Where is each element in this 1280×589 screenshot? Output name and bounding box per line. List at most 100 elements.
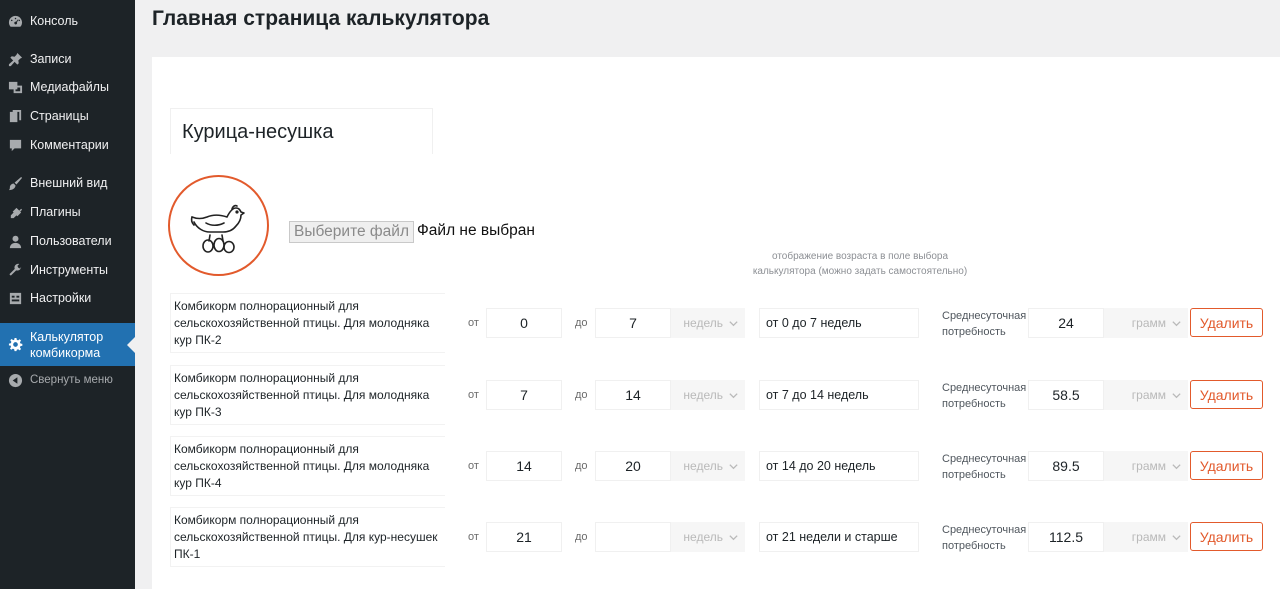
sidebar-item-label: Внешний вид xyxy=(30,176,108,190)
age-from-input[interactable]: 21 xyxy=(486,522,562,552)
need-unit-value: грамм xyxy=(1131,388,1166,402)
product-image xyxy=(168,175,269,276)
need-unit-select[interactable]: грамм xyxy=(1104,451,1188,481)
age-to-input[interactable]: 7 xyxy=(595,308,671,338)
daily-need-label-line: потребность xyxy=(942,469,1006,481)
age-display-input[interactable]: от 21 недели и старше xyxy=(759,522,919,552)
to-label: до xyxy=(575,531,588,543)
need-unit-value: грамм xyxy=(1131,316,1166,330)
delete-button[interactable]: Удалить xyxy=(1190,380,1263,409)
sidebar-item-label: Комментарии xyxy=(30,138,109,152)
to-label: до xyxy=(575,317,588,329)
daily-need-input[interactable]: 58.5 xyxy=(1028,380,1104,410)
daily-need-label: Среднесуточная потребность xyxy=(942,380,1032,412)
daily-need-input[interactable]: 112.5 xyxy=(1028,522,1104,552)
comment-icon xyxy=(7,137,23,153)
need-unit-select[interactable]: грамм xyxy=(1104,380,1188,410)
sidebar-item-appearance[interactable]: Внешний вид xyxy=(0,173,135,193)
users-icon xyxy=(7,233,23,249)
delete-button[interactable]: Удалить xyxy=(1190,451,1263,480)
chevron-down-icon xyxy=(1172,463,1181,469)
chevron-down-icon xyxy=(729,463,738,469)
age-display-input[interactable]: от 14 до 20 недель xyxy=(759,451,919,481)
sidebar-item-settings[interactable]: Настройки xyxy=(0,288,135,308)
file-status: Файл не выбран xyxy=(417,222,535,239)
age-display-hint: отображение возраста в поле выбора кальк… xyxy=(745,249,975,279)
sidebar-item-posts[interactable]: Записи xyxy=(0,49,135,69)
daily-need-label: Среднесуточная потребность xyxy=(942,308,1032,340)
choose-file-button[interactable]: Выберите файл xyxy=(289,221,414,243)
from-label: от xyxy=(468,531,479,543)
age-display-input[interactable]: от 7 до 14 недель xyxy=(759,380,919,410)
appearance-icon xyxy=(7,175,23,191)
feed-name-field[interactable]: Комбикорм полнорационный для сельскохозя… xyxy=(170,365,445,425)
to-label: до xyxy=(575,389,588,401)
age-display-input[interactable]: от 0 до 7 недель xyxy=(759,308,919,338)
age-unit-select[interactable]: недель xyxy=(671,522,745,552)
sidebar-item-comments[interactable]: Комментарии xyxy=(0,135,135,155)
feed-name-field[interactable]: Комбикорм полнорационный для сельскохозя… xyxy=(170,293,445,353)
age-from-input[interactable]: 7 xyxy=(486,380,562,410)
age-to-input[interactable] xyxy=(595,522,671,552)
sidebar-item-label: Калькулятор комбикорма xyxy=(30,329,104,360)
delete-button[interactable]: Удалить xyxy=(1190,522,1263,551)
age-to-input[interactable]: 14 xyxy=(595,380,671,410)
daily-need-label-line: Среднесуточная xyxy=(942,453,1027,465)
sidebar-item-label: Пользователи xyxy=(30,234,112,248)
sidebar-item-label: Записи xyxy=(30,52,72,66)
collapse-icon xyxy=(7,372,23,388)
to-label: до xyxy=(575,460,588,472)
chevron-down-icon xyxy=(1172,320,1181,326)
daily-need-label-line: потребность xyxy=(942,398,1006,410)
need-unit-value: грамм xyxy=(1131,530,1166,544)
age-from-input[interactable]: 0 xyxy=(486,308,562,338)
feed-name-field[interactable]: Комбикорм полнорационный для сельскохозя… xyxy=(170,436,445,496)
need-unit-select[interactable]: грамм xyxy=(1104,522,1188,552)
sidebar-item-plugins[interactable]: Плагины xyxy=(0,202,135,222)
from-label: от xyxy=(468,460,479,472)
age-from-input[interactable]: 14 xyxy=(486,451,562,481)
age-unit-select[interactable]: недель xyxy=(671,451,745,481)
age-hint-line: отображение возраста в поле выбора xyxy=(771,251,949,262)
daily-need-input[interactable]: 24 xyxy=(1028,308,1104,338)
sidebar-item-pages[interactable]: Страницы xyxy=(0,106,135,126)
sidebar-item-tools[interactable]: Инструменты xyxy=(0,260,135,280)
sidebar-item-users[interactable]: Пользователи xyxy=(0,231,135,251)
admin-sidebar: Консоль Записи Медиафайлы Страницы Комме… xyxy=(0,0,135,589)
sidebar-item-label: Консоль xyxy=(30,14,79,28)
age-hint-line: калькулятора (можно задать самостоятельн… xyxy=(752,266,968,277)
need-unit-select[interactable]: грамм xyxy=(1104,308,1188,338)
sidebar-item-label: Инструменты xyxy=(30,263,108,277)
daily-need-input[interactable]: 89.5 xyxy=(1028,451,1104,481)
tools-icon xyxy=(7,262,23,278)
chevron-down-icon xyxy=(1172,392,1181,398)
daily-need-label-line: потребность xyxy=(942,540,1006,552)
sidebar-item-console[interactable]: Консоль xyxy=(0,11,135,31)
age-unit-select[interactable]: недель xyxy=(671,308,745,338)
from-label: от xyxy=(468,317,479,329)
collapse-menu-button[interactable]: Свернуть меню xyxy=(0,370,135,390)
product-name-field[interactable]: Курица-несушка xyxy=(170,108,433,154)
daily-need-label-line: Среднесуточная xyxy=(942,382,1027,394)
page-title: Главная страница калькулятора xyxy=(152,7,490,30)
hen-with-eggs-icon xyxy=(190,204,245,253)
age-unit-value: недель xyxy=(683,459,723,473)
sidebar-item-label: Настройки xyxy=(30,291,92,305)
age-unit-value: недель xyxy=(683,388,723,402)
feed-name-field[interactable]: Комбикорм полнорационный для сельскохозя… xyxy=(170,507,445,567)
plugins-icon xyxy=(7,204,23,220)
chevron-down-icon xyxy=(1172,534,1181,540)
media-icon xyxy=(7,79,23,95)
chevron-down-icon xyxy=(729,392,738,398)
age-unit-value: недель xyxy=(683,316,723,330)
settings-icon xyxy=(7,290,23,306)
delete-button[interactable]: Удалить xyxy=(1190,308,1263,337)
sidebar-item-media[interactable]: Медиафайлы xyxy=(0,77,135,97)
pin-icon xyxy=(7,51,23,67)
sidebar-item-label: Страницы xyxy=(30,109,89,123)
age-unit-select[interactable]: недель xyxy=(671,380,745,410)
need-unit-value: грамм xyxy=(1131,459,1166,473)
age-to-input[interactable]: 20 xyxy=(595,451,671,481)
chevron-down-icon xyxy=(729,534,738,540)
sidebar-item-feed-calculator[interactable]: Калькулятор комбикорма xyxy=(0,323,135,366)
